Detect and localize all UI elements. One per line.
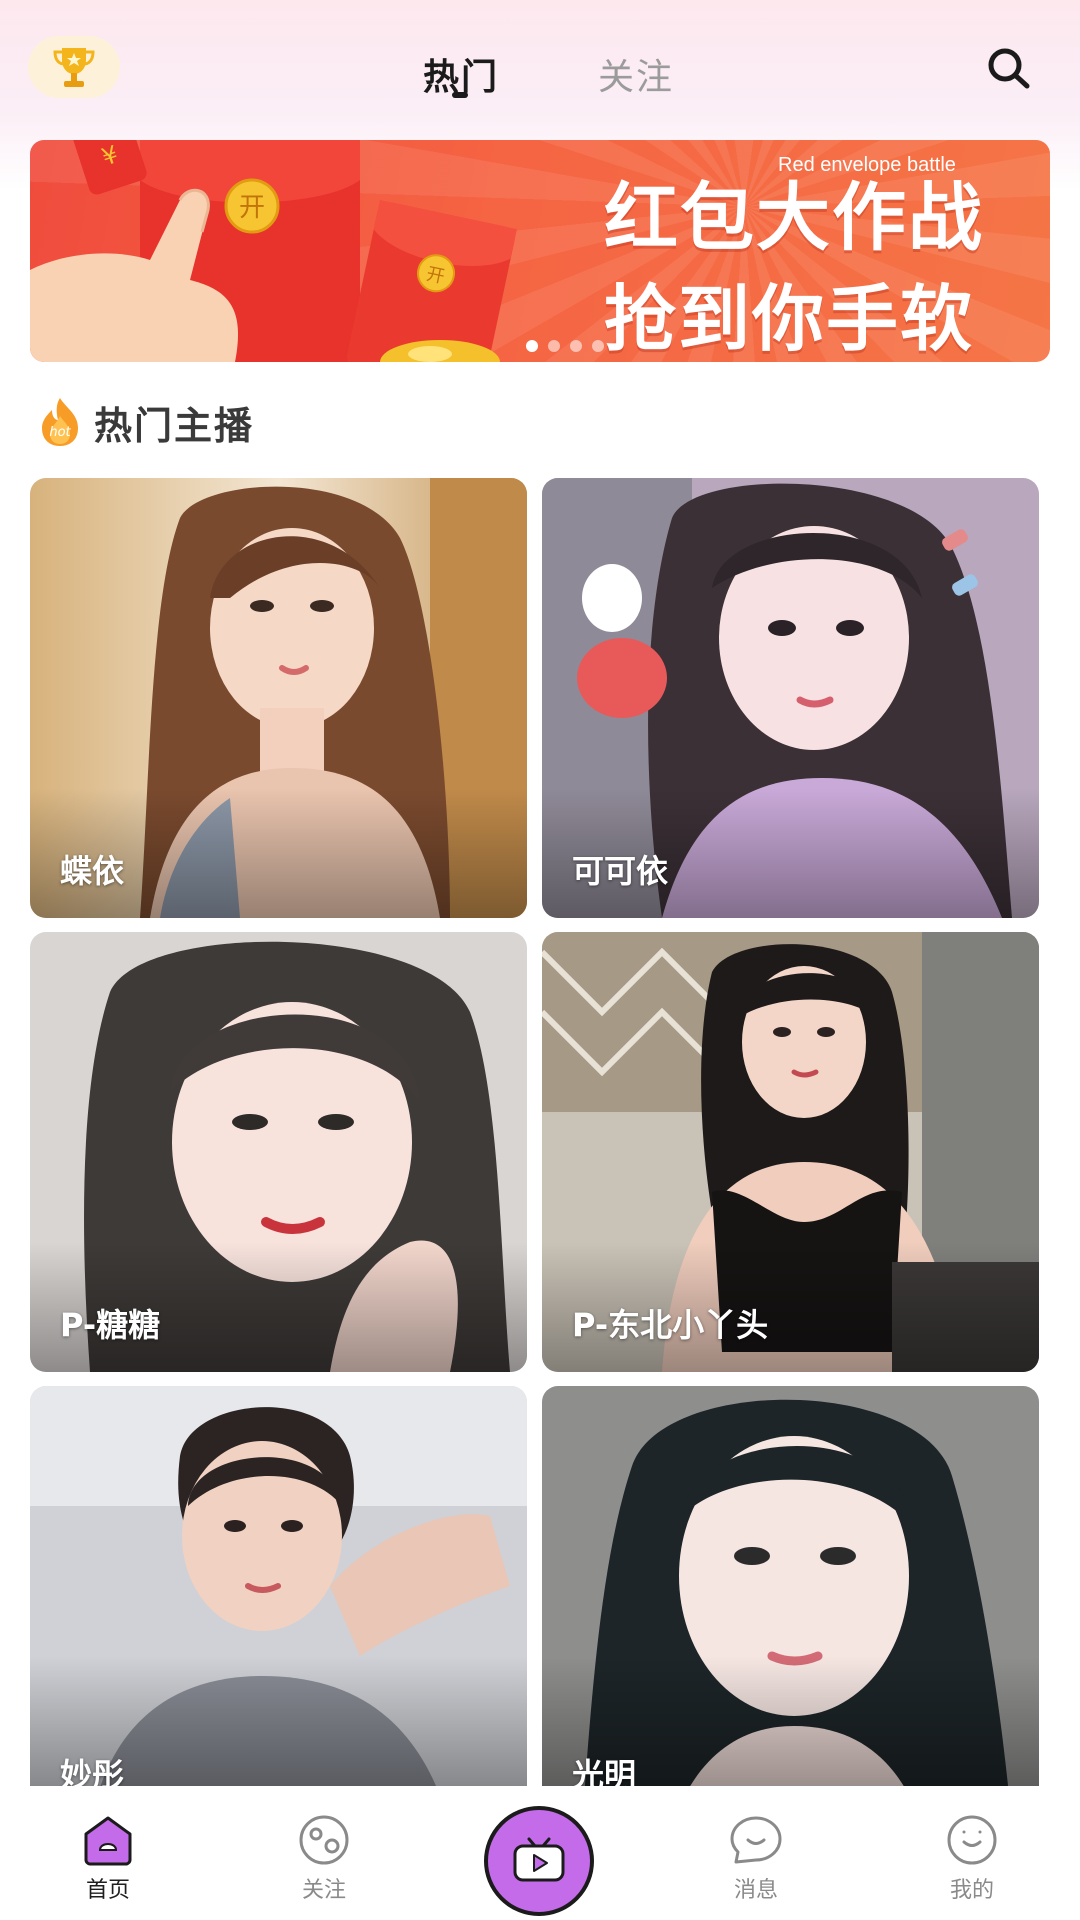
tab-follow[interactable]: 关注	[598, 48, 674, 100]
pagination-dot[interactable]	[570, 340, 582, 352]
top-header: 热门 关注	[0, 0, 1080, 130]
nav-home-label: 首页	[85, 1878, 130, 1903]
hot-flame-icon: hot	[42, 398, 78, 446]
streamer-card[interactable]: 可可依	[542, 478, 1039, 918]
streamer-name: P-东北小丫头	[572, 1306, 769, 1344]
banner-pagination	[526, 340, 604, 352]
pagination-dot[interactable]	[592, 340, 604, 352]
streamer-name: P-糖糖	[60, 1306, 161, 1344]
tab-bar: 热门 关注	[0, 40, 1080, 110]
nav-messages-label: 消息	[733, 1878, 778, 1903]
search-button[interactable]	[986, 46, 1032, 92]
nav-home[interactable]: 首页	[48, 1814, 168, 1914]
home-icon	[84, 1816, 132, 1866]
streamer-name: 光明	[572, 1756, 637, 1786]
svg-text:开: 开	[239, 193, 265, 223]
nav-messages[interactable]: 消息	[696, 1814, 816, 1914]
nav-profile[interactable]: 我的	[912, 1814, 1032, 1914]
live-video-icon	[513, 1837, 565, 1882]
profile-icon	[947, 1815, 997, 1865]
active-tab-indicator	[452, 92, 468, 98]
banner-slogan: 抢到你手软	[604, 277, 975, 361]
streamer-card[interactable]: P-东北小丫头	[542, 932, 1039, 1372]
streamer-card[interactable]: P-糖糖	[30, 932, 527, 1372]
streamer-name: 可可依	[572, 852, 669, 890]
nav-follow-label: 关注	[301, 1878, 346, 1903]
nav-profile-label: 我的	[949, 1878, 994, 1903]
svg-text:hot: hot	[49, 425, 71, 440]
pagination-dot[interactable]	[526, 340, 538, 352]
streamer-card[interactable]: 妙彤	[30, 1386, 527, 1786]
nav-live-button[interactable]	[484, 1806, 594, 1916]
streamer-card[interactable]: 光明	[542, 1386, 1039, 1786]
message-icon	[730, 1816, 782, 1864]
search-icon	[988, 48, 1030, 89]
streamer-name: 妙彤	[60, 1756, 125, 1786]
red-envelope-illustration: 开 开 ¥	[30, 140, 517, 362]
home-screen: 热门 关注 开 开 ¥ Red envelope battle 红包大作战 抢到…	[0, 0, 1080, 1920]
streamer-name: 蝶依	[60, 852, 125, 890]
follow-icon	[299, 1815, 349, 1865]
promo-banner[interactable]: 开 开 ¥ Red envelope battle 红包大作战 抢到你手软	[30, 140, 1050, 362]
banner-title: 红包大作战	[604, 175, 984, 261]
section-title: 热门主播	[94, 403, 255, 448]
section-header: hot 热门主播	[36, 392, 254, 452]
streamer-card[interactable]: 蝶依	[30, 478, 527, 918]
bottom-navigation: 首页 关注 消息 我的	[0, 1786, 1080, 1920]
pagination-dot[interactable]	[548, 340, 560, 352]
nav-follow[interactable]: 关注	[264, 1814, 384, 1914]
